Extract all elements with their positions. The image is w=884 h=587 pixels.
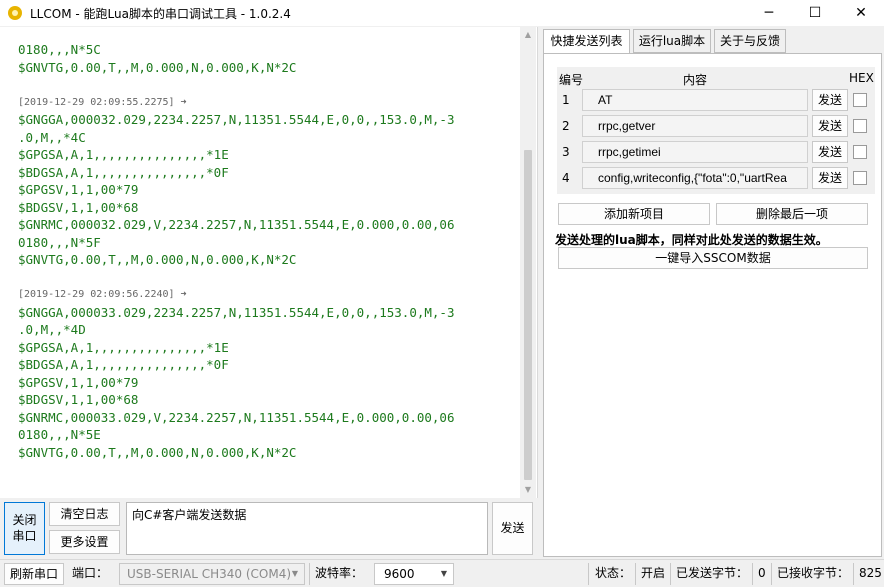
quick-row-hex-checkbox[interactable] [853,145,867,159]
scroll-up-icon[interactable]: ▲ [520,27,536,43]
status-divider [752,563,753,585]
quick-row-hex-checkbox[interactable] [853,171,867,185]
log-spacer [18,76,518,94]
quick-row-content-input[interactable]: rrpc,getver [582,115,808,137]
log-line: $GNGGA,000033.029,2234.2257,N,11351.5544… [18,304,455,320]
refresh-ports-button[interactable]: 刷新串口 [4,563,64,585]
log-line: $GPGSA,A,1,,,,,,,,,,,,,,,*1E [18,147,229,162]
status-divider [853,563,854,585]
log-line: $GPGSV,1,1,00*79 [18,374,139,390]
scrollbar-thumb[interactable] [524,150,532,480]
column-header-hex: HEX [849,71,874,85]
close-port-button[interactable]: 关闭 串口 [4,502,45,555]
received-bytes-label: 已接收字节： [777,566,850,580]
tab-quick-send[interactable]: 快捷发送列表 [543,29,630,54]
log-line: $GPGSA,A,1,,,,,,,,,,,,,,,*1E [18,339,229,355]
import-sscom-button[interactable]: 一键导入SSCOM数据 [558,247,868,269]
app-logo-icon [8,6,22,20]
log-line: $GPGSV,1,1,00*79 [18,182,139,197]
quick-row-send-button[interactable]: 发送 [812,115,848,137]
app-window: LLCOM - 能跑Lua脚本的串口调试工具 - 1.0.2.4 ─ ☐ ✕ 0… [0,0,884,587]
port-select-value: USB-SERIAL CH340 (COM4) [127,567,292,581]
chevron-down-icon: ▼ [291,569,298,578]
lua-hint-text: 发送处理的lua脚本，同样对此处发送的数据生效。 [555,233,828,247]
log-line: $BDGSA,A,1,,,,,,,,,,,,,,,*0F [18,357,229,372]
status-divider [588,563,589,585]
log-line: 0180,,,N*5C [18,42,101,57]
delete-last-item-button[interactable]: 删除最后一项 [716,203,868,225]
log-line: $GNVTG,0.00,T,,M,0.000,N,0.000,K,N*2C [18,444,297,460]
quick-row-content-input[interactable]: config,writeconfig,{"fota":0,"uartRea [582,167,808,189]
quick-row-send-button[interactable]: 发送 [812,167,848,189]
log-line: 0180,,,N*5E [18,427,101,442]
send-data-input[interactable]: 向C#客户端发送数据 [126,502,488,555]
quick-row-content-input[interactable]: rrpc,getimei [582,141,808,163]
scroll-down-icon[interactable]: ▼ [520,482,536,498]
baud-rate-value: 9600 [384,567,415,581]
receive-log-panel[interactable]: 0180,,,N*5C $GNVTG,0.00,T,,M,0.000,N,0.00… [0,27,538,498]
log-line: $BDGSA,A,1,,,,,,,,,,,,,,,*0F [18,164,229,180]
close-port-label-line1: 关闭 [12,513,37,527]
log-line: 0180,,,N*5F [18,234,101,250]
quick-row-content-input[interactable]: AT [582,89,808,111]
more-settings-button[interactable]: 更多设置 [49,530,120,554]
log-line: $GNVTG,0.00,T,,M,0.000,N,0.000,K,N*2C [18,252,297,267]
baud-rate-select[interactable]: 9600 ▼ [374,563,454,585]
port-select[interactable]: USB-SERIAL CH340 (COM4) ▼ [119,563,305,585]
log-line: $GNRMC,000033.029,V,2234.2257,N,11351.55… [18,409,455,425]
receive-log: 0180,,,N*5C $GNVTG,0.00,T,,M,0.000,N,0.00… [18,41,518,461]
window-title: LLCOM - 能跑Lua脚本的串口调试工具 - 1.0.2.4 [30,7,291,21]
quick-send-panel: 编号 内容 HEX 1 AT 发送 2 rrpc,getver 发送 3 rrp… [543,53,882,557]
log-line: .0,M,,*4C [18,129,86,145]
add-item-button[interactable]: 添加新项目 [558,203,710,225]
log-line: $GNGGA,000032.029,2234.2257,N,11351.5544… [18,112,455,127]
status-label: 状态： [595,566,632,580]
status-value: 开启 [641,566,666,580]
quick-row-number: 1 [562,93,570,107]
quick-row-send-button[interactable]: 发送 [812,141,848,163]
log-line: $GNVTG,0.00,T,,M,0.000,N,0.000,K,N*2C [18,59,297,75]
sent-bytes-label: 已发送字节： [676,566,749,580]
chevron-down-icon: ▼ [440,569,447,578]
quick-row-hex-checkbox[interactable] [853,93,867,107]
column-header-number: 编号 [559,73,584,87]
baud-rate-label: 波特率： [315,566,364,580]
status-divider [635,563,636,585]
close-window-button[interactable]: ✕ [838,0,884,26]
maximize-button[interactable]: ☐ [792,0,838,26]
title-bar: LLCOM - 能跑Lua脚本的串口调试工具 - 1.0.2.4 ─ ☐ ✕ [0,0,884,26]
status-divider [670,563,671,585]
sent-bytes-value: 0 [758,566,766,580]
log-line: .0,M,,*4D [18,322,86,337]
quick-row-hex-checkbox[interactable] [853,119,867,133]
log-line: $GNRMC,000032.029,V,2234.2257,N,11351.55… [18,217,455,232]
port-label: 端口： [72,566,109,580]
status-divider [771,563,772,585]
quick-row-number: 2 [562,119,570,133]
tab-about[interactable]: 关于与反馈 [714,29,786,53]
clear-log-button[interactable]: 清空日志 [49,502,120,526]
send-button[interactable]: 发送 [492,502,533,555]
log-line: $BDGSV,1,1,00*68 [18,199,139,215]
close-port-label-line2: 串口 [12,529,37,543]
status-bar: 刷新串口 端口： USB-SERIAL CH340 (COM4) ▼ 波特率： … [0,559,884,587]
log-line: $BDGSV,1,1,00*68 [18,392,139,407]
status-divider [309,563,310,585]
quick-row-send-button[interactable]: 发送 [812,89,848,111]
quick-send-list: 编号 内容 HEX 1 AT 发送 2 rrpc,getver 发送 3 rrp… [557,67,875,194]
minimize-button[interactable]: ─ [746,0,792,26]
log-scrollbar[interactable]: ▲ ▼ [520,27,536,498]
log-timestamp: [2019-12-29 02:09:55.2275] ➜ [18,96,187,108]
received-bytes-value: 825 [859,566,882,580]
tab-run-lua[interactable]: 运行lua脚本 [633,29,711,53]
log-timestamp: [2019-12-29 02:09:56.2240] ➜ [18,289,187,300]
quick-row-number: 4 [562,171,570,185]
log-spacer [18,269,518,287]
column-header-content: 内容 [683,73,708,87]
quick-row-number: 3 [562,145,570,159]
